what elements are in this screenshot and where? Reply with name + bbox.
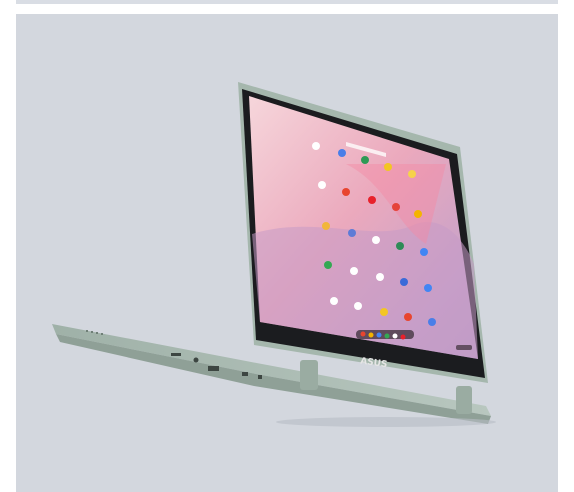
settings-icon — [348, 229, 356, 237]
play-store-icon — [392, 203, 400, 211]
shadow — [276, 417, 496, 427]
slides-icon — [384, 163, 392, 171]
top-strip — [16, 0, 558, 4]
gmail-icon — [342, 188, 350, 196]
app-icon — [380, 308, 388, 316]
sheets-icon — [361, 156, 369, 164]
meet-icon — [420, 248, 428, 256]
hinge-right — [456, 386, 472, 414]
google-icon — [350, 267, 358, 275]
app-icon — [330, 297, 338, 305]
photo-panel: ASUS — [16, 14, 558, 492]
app-icon — [404, 313, 412, 321]
maps-icon — [318, 181, 326, 189]
assistant-icon — [424, 284, 432, 292]
files-icon — [396, 242, 404, 250]
keep-icon — [408, 170, 416, 178]
camera-icon — [372, 236, 380, 244]
app-icon — [354, 302, 362, 310]
chrome-icon — [414, 210, 422, 218]
youtube-icon — [368, 196, 376, 204]
photos-icon — [322, 222, 330, 230]
web-store-icon — [376, 273, 384, 281]
news-icon — [400, 278, 408, 286]
drive-icon — [338, 149, 346, 157]
laptop-photo: ASUS — [52, 82, 496, 427]
app-icon — [428, 318, 436, 326]
hinge-left — [300, 360, 318, 390]
calendar-icon — [324, 261, 332, 269]
docs-icon — [312, 142, 320, 150]
